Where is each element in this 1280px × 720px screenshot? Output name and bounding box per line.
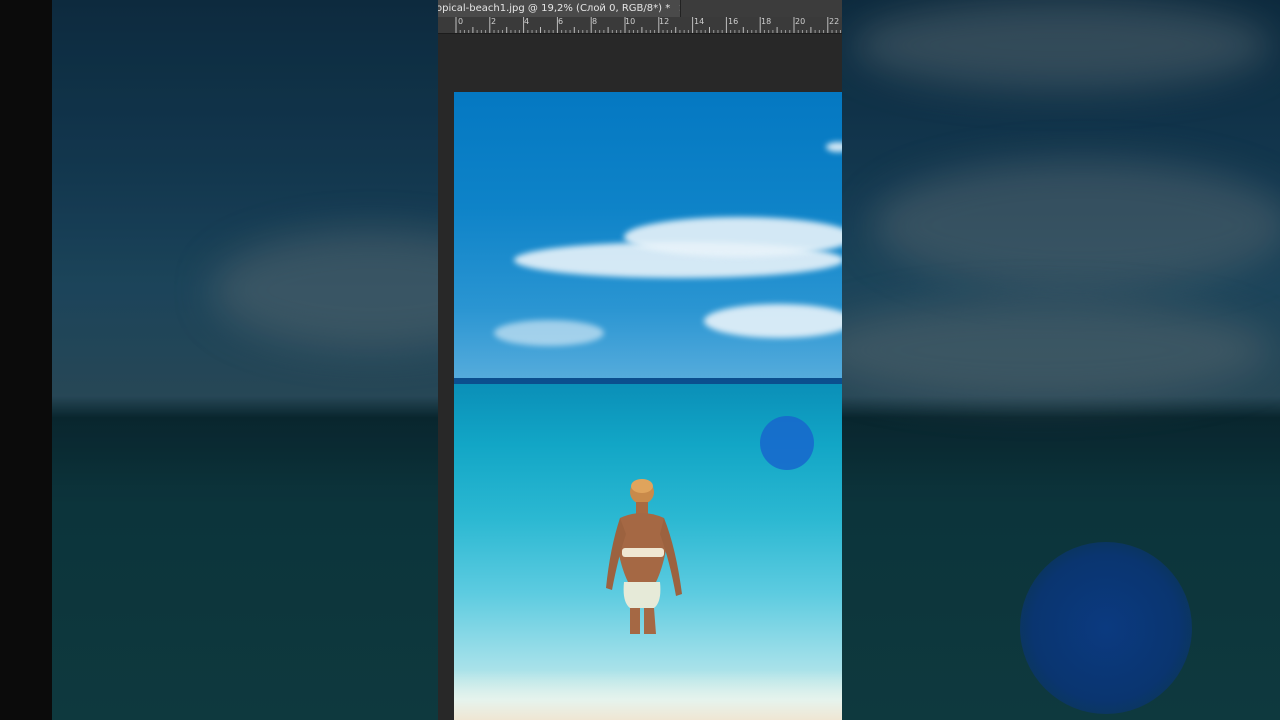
brush-cursor-circle (760, 416, 814, 470)
ruler-ticks (455, 17, 841, 33)
blurred-cloud (812, 300, 1272, 400)
ruler-label: 0 (458, 17, 464, 26)
cloud (624, 217, 842, 257)
ruler-label: 8 (592, 17, 598, 26)
ruler-label: 10 (625, 17, 636, 26)
woman-in-water (606, 479, 682, 634)
photoshop-editor: opical-beach1.jpg @ 19,2% (Слой 0, RGB/8… (438, 0, 842, 720)
document-tab[interactable]: opical-beach1.jpg @ 19,2% (Слой 0, RGB/8… (438, 0, 681, 17)
ruler-label: 12 (659, 17, 670, 26)
blurred-cloud (852, 0, 1272, 90)
cloud (704, 304, 842, 338)
ruler-label: 18 (761, 17, 772, 26)
ruler-label: 4 (524, 17, 530, 26)
close-icon[interactable]: × (678, 3, 680, 14)
document-canvas[interactable] (454, 92, 842, 720)
ruler-label: 22 (829, 17, 840, 26)
ruler-label: 20 (795, 17, 806, 26)
horizontal-ruler[interactable]: 0 2 4 6 8 10 12 14 16 18 20 22 (438, 17, 842, 34)
document-tab-title: opical-beach1.jpg @ 19,2% (Слой 0, RGB/8… (438, 3, 671, 14)
cloud (494, 320, 604, 346)
left-letterbox (0, 0, 52, 720)
shore-foam (454, 670, 842, 720)
ruler-label: 16 (728, 17, 739, 26)
ruler-label: 2 (491, 17, 497, 26)
blurred-cloud (872, 160, 1280, 290)
document-tabbar: opical-beach1.jpg @ 19,2% (Слой 0, RGB/8… (438, 0, 842, 17)
ruler-label: 6 (558, 17, 564, 26)
ruler-label: 14 (694, 17, 705, 26)
sky-area (454, 92, 842, 380)
blurred-brush-circle (1020, 542, 1192, 714)
cloud (826, 142, 842, 152)
